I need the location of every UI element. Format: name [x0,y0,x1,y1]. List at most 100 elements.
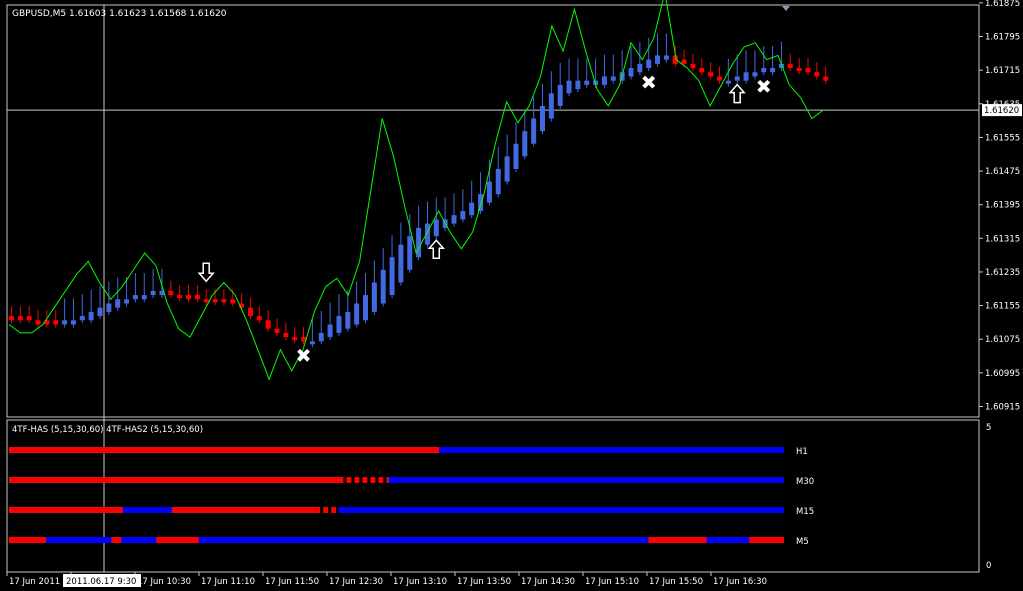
heiken-ashi-bar [212,299,218,303]
heiken-ashi-bar [371,282,377,312]
heiken-ashi-bar [637,63,643,73]
row-label: M15 [796,507,814,517]
heiken-ashi-bar [770,68,776,73]
heiken-ashi-bar [566,80,572,94]
row-segment [9,477,339,483]
heiken-ashi-bar [531,118,537,144]
row-dot-segment [346,477,352,483]
heiken-ashi-bar [548,93,554,119]
row-dot-segment [323,507,329,513]
heiken-ashi-bar [513,143,519,169]
heiken-ashi-bar [460,211,466,220]
heiken-ashi-bar [309,341,315,345]
price-tick-label: 1.61555 [985,133,1020,143]
time-tick-label: 17 Jun 15:10 [585,577,639,587]
heiken-ashi-bar [9,316,14,321]
heiken-ashi-bar [557,84,563,106]
price-pane-frame [6,4,980,418]
heiken-ashi-bar [115,299,121,308]
price-tick-label: 1.60915 [985,402,1020,412]
row-dot-segment [378,477,384,483]
heiken-ashi-bar [35,320,41,325]
heiken-ashi-bar [717,76,722,81]
time-tick-label: 17 Jun 13:50 [457,577,511,587]
row-segment [299,537,649,543]
row-label: M30 [796,477,814,487]
heiken-ashi-bar [168,290,174,296]
chart-shift-marker-icon[interactable] [782,6,790,11]
cross-marker-icon [757,79,771,93]
heiken-ashi-bar [734,76,740,81]
heiken-ashi-bar [495,168,501,195]
heiken-ashi-bars [9,33,829,348]
heiken-ashi-bar [398,244,404,283]
heiken-ashi-bar [141,295,147,300]
heiken-ashi-bar [70,320,76,325]
row-segment [156,537,199,543]
heiken-ashi-bar [26,316,32,321]
row-segment [648,537,707,543]
price-tick-label: 1.61715 [985,66,1020,76]
row-dot-segment [331,507,337,513]
heiken-ashi-bar [416,227,422,258]
heiken-ashi-bar [814,72,820,77]
heiken-ashi-bar [584,80,590,85]
row-segment [121,537,157,543]
price-tick-label: 1.61315 [985,234,1020,244]
price-axis: 1.618751.617951.617151.616351.615551.614… [979,0,1020,571]
row-segment [388,477,784,483]
heiken-ashi-bar [796,68,802,72]
cross-marker-icon [642,75,656,89]
green-line-series [8,0,824,381]
price-tick-label: 1.61795 [985,33,1020,43]
indicator-title: 4TF-HAS (5,15,30,60) 4TF-HAS2 (5,15,30,6… [12,425,203,435]
heiken-ashi-bar [681,59,687,64]
heiken-ashi-bar [97,307,103,317]
heiken-ashi-bar [451,215,457,224]
row-segment [122,507,172,513]
heiken-ashi-bar [522,131,528,157]
heiken-ashi-bar [610,76,616,81]
heiken-ashi-bar [725,80,731,84]
row-segment [111,537,122,543]
heiken-ashi-bar [318,332,324,342]
row-segment [46,537,112,543]
heiken-ashi-bar [380,269,386,304]
heiken-ashi-bar [354,303,360,325]
heiken-ashi-bar [601,76,607,85]
heiken-ashi-bar [292,337,298,341]
heiken-ashi-bar [124,299,130,304]
time-tick-label: 17 Jun 12:30 [329,577,383,587]
price-tick-label: 1.61235 [985,268,1020,278]
heiken-ashi-bar [575,80,581,90]
indicator-pane-frame [6,419,980,573]
price-tick-label: 1.61075 [985,335,1020,345]
heiken-ashi-bar [265,320,271,329]
time-tick-label: 17 Jun 16:30 [713,577,767,587]
row-segment [706,537,750,543]
heiken-ashi-bar [469,202,475,216]
time-tick-label: 17 Jun 11:50 [265,577,319,587]
heiken-ashi-bar [787,63,793,69]
heiken-ashi-bar [389,257,395,296]
heiken-ashi-bar [336,316,342,333]
heiken-ashi-bar [194,295,200,300]
row-label: H1 [796,447,808,457]
green-line [8,0,824,381]
indicator-axis-label: 5 [986,423,991,433]
heiken-ashi-bar [345,311,351,329]
row-segment [439,447,784,453]
heiken-ashi-bar [150,290,156,296]
time-tick-label: 17 Jun 14:30 [521,577,575,587]
chart-title: GBPUSD,M5 1.61603 1.61623 1.61568 1.6162… [12,9,227,19]
heiken-ashi-bar [132,295,138,300]
metatrader-chart: GBPUSD,M5 1.61603 1.61623 1.61568 1.6162… [6,0,1022,587]
arrow-down-marker-icon [197,262,215,283]
arrow-up-marker-icon [728,83,746,104]
heiken-ashi-bar [79,316,85,321]
heiken-ashi-bar [663,55,669,60]
row-segment [338,507,784,513]
row-segment [198,537,300,543]
price-tick-label: 1.61475 [985,167,1020,177]
time-tick-label: 17 Jun 13:10 [393,577,447,587]
